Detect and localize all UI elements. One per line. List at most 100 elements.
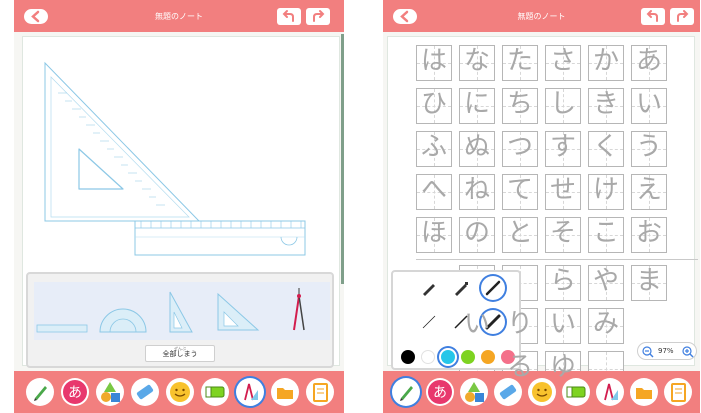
- guide-character: ち: [506, 89, 533, 119]
- practice-cell[interactable]: こ: [588, 217, 624, 253]
- practice-cell[interactable]: る: [502, 351, 538, 387]
- practice-cell[interactable]: へ: [416, 174, 452, 210]
- shapes-tool-button[interactable]: [96, 378, 124, 406]
- practice-cell[interactable]: て: [502, 174, 538, 210]
- practice-cell[interactable]: さ: [545, 45, 581, 81]
- pen-type-marker[interactable]: [449, 276, 473, 300]
- bottom-toolbar: あ: [14, 371, 344, 413]
- folder-button[interactable]: [271, 378, 299, 406]
- color-swatch-green[interactable]: [461, 350, 475, 364]
- undo-button[interactable]: [641, 8, 665, 25]
- practice-cell[interactable]: お: [631, 217, 667, 253]
- practice-cell[interactable]: ほ: [416, 217, 452, 253]
- practice-cell[interactable]: ら: [545, 265, 581, 301]
- hiragana-tool-button[interactable]: あ: [426, 378, 454, 406]
- put-away-all-button[interactable]: ぜんぶ 全部しまう: [145, 345, 215, 362]
- guide-character: く: [592, 132, 619, 162]
- practice-cell[interactable]: ゆ: [545, 351, 581, 387]
- eraser-tool-button[interactable]: [131, 378, 159, 406]
- protractor-tool-icon[interactable]: [98, 304, 148, 334]
- put-away-label: 全部しまう: [162, 350, 198, 358]
- shapes-tool-button[interactable]: [460, 378, 488, 406]
- set-square-outline[interactable]: [44, 61, 201, 222]
- practice-cell[interactable]: せ: [545, 174, 581, 210]
- marker-tool-button[interactable]: [201, 378, 229, 406]
- guide-character: い: [635, 89, 662, 119]
- zoom-out-icon[interactable]: [642, 346, 654, 358]
- triangle-tool-icon[interactable]: [216, 292, 260, 332]
- color-swatch-cyan[interactable]: [441, 350, 455, 364]
- practice-cell[interactable]: し: [545, 88, 581, 124]
- practice-cell[interactable]: り: [502, 308, 538, 344]
- practice-cell[interactable]: あ: [631, 45, 667, 81]
- shapes-icon: [465, 382, 484, 402]
- stamp-tool-button[interactable]: [528, 378, 556, 406]
- practice-cell[interactable]: い: [459, 308, 495, 344]
- pen-tool-button[interactable]: [26, 378, 54, 406]
- color-swatch-orange[interactable]: [481, 350, 495, 364]
- color-swatch-white[interactable]: [421, 350, 435, 364]
- eraser-tool-button[interactable]: [494, 378, 522, 406]
- practice-cell[interactable]: か: [588, 45, 624, 81]
- notebook-button[interactable]: [306, 378, 334, 406]
- ruler-tool-icon[interactable]: [36, 324, 88, 334]
- pen-type-pencil[interactable]: [417, 276, 441, 300]
- practice-cell[interactable]: と: [502, 217, 538, 253]
- practice-cell[interactable]: は: [416, 45, 452, 81]
- ruler-tool-button[interactable]: [596, 378, 624, 406]
- ruler-tool-button[interactable]: [236, 378, 264, 406]
- redo-button[interactable]: [306, 8, 330, 25]
- compass-tool-icon[interactable]: [290, 286, 308, 334]
- practice-cell[interactable]: ま: [631, 265, 667, 301]
- guide-character: そ: [549, 218, 576, 248]
- redo-button[interactable]: [670, 8, 694, 25]
- pen-type-brush[interactable]: [481, 276, 505, 300]
- guide-character: ま: [635, 266, 662, 296]
- practice-cell[interactable]: く: [588, 131, 624, 167]
- pen-tool-button[interactable]: [392, 378, 420, 406]
- hiragana-tool-button[interactable]: あ: [61, 378, 89, 406]
- practice-cell[interactable]: ね: [459, 174, 495, 210]
- practice-cell[interactable]: な: [459, 45, 495, 81]
- practice-cell[interactable]: ふ: [416, 131, 452, 167]
- marker-tool-button[interactable]: [562, 378, 590, 406]
- set-square-tool-icon[interactable]: [168, 290, 194, 334]
- guide-character: ほ: [420, 218, 447, 248]
- practice-cell[interactable]: い: [545, 308, 581, 344]
- header-bar: 無題のノート: [14, 0, 344, 32]
- practice-cell[interactable]: に: [459, 88, 495, 124]
- pencil-icon: [400, 386, 413, 401]
- practice-cell[interactable]: う: [631, 131, 667, 167]
- practice-cell[interactable]: み: [588, 308, 624, 344]
- stamp-tool-button[interactable]: [166, 378, 194, 406]
- practice-cell[interactable]: ぬ: [459, 131, 495, 167]
- line-width-thin[interactable]: [417, 310, 441, 334]
- ruler-outline[interactable]: [134, 220, 306, 256]
- guide-character: は: [420, 46, 447, 76]
- practice-cell[interactable]: た: [502, 45, 538, 81]
- eraser-icon: [499, 384, 517, 400]
- color-swatch-black[interactable]: [401, 350, 415, 364]
- thin-line-icon: [422, 315, 436, 329]
- header-bar: 無題のノート: [383, 0, 700, 32]
- undo-button[interactable]: [277, 8, 301, 25]
- practice-cell[interactable]: い: [631, 88, 667, 124]
- practice-cell[interactable]: つ: [502, 131, 538, 167]
- zoom-in-icon[interactable]: [682, 346, 694, 358]
- practice-cell[interactable]: け: [588, 174, 624, 210]
- practice-cell[interactable]: え: [631, 174, 667, 210]
- guide-character: こ: [592, 218, 619, 248]
- zoom-level: 97%: [658, 347, 674, 355]
- practice-cell[interactable]: の: [459, 217, 495, 253]
- practice-cell[interactable]: そ: [545, 217, 581, 253]
- green-marker-icon: [566, 386, 586, 398]
- practice-cell[interactable]: す: [545, 131, 581, 167]
- practice-cell[interactable]: き: [588, 88, 624, 124]
- practice-cell[interactable]: ひ: [416, 88, 452, 124]
- scrollbar[interactable]: [341, 34, 344, 284]
- folder-button[interactable]: [630, 378, 658, 406]
- notebook-button[interactable]: [664, 378, 692, 406]
- practice-cell[interactable]: や: [588, 265, 624, 301]
- guide-character: あ: [635, 46, 662, 76]
- practice-cell[interactable]: ち: [502, 88, 538, 124]
